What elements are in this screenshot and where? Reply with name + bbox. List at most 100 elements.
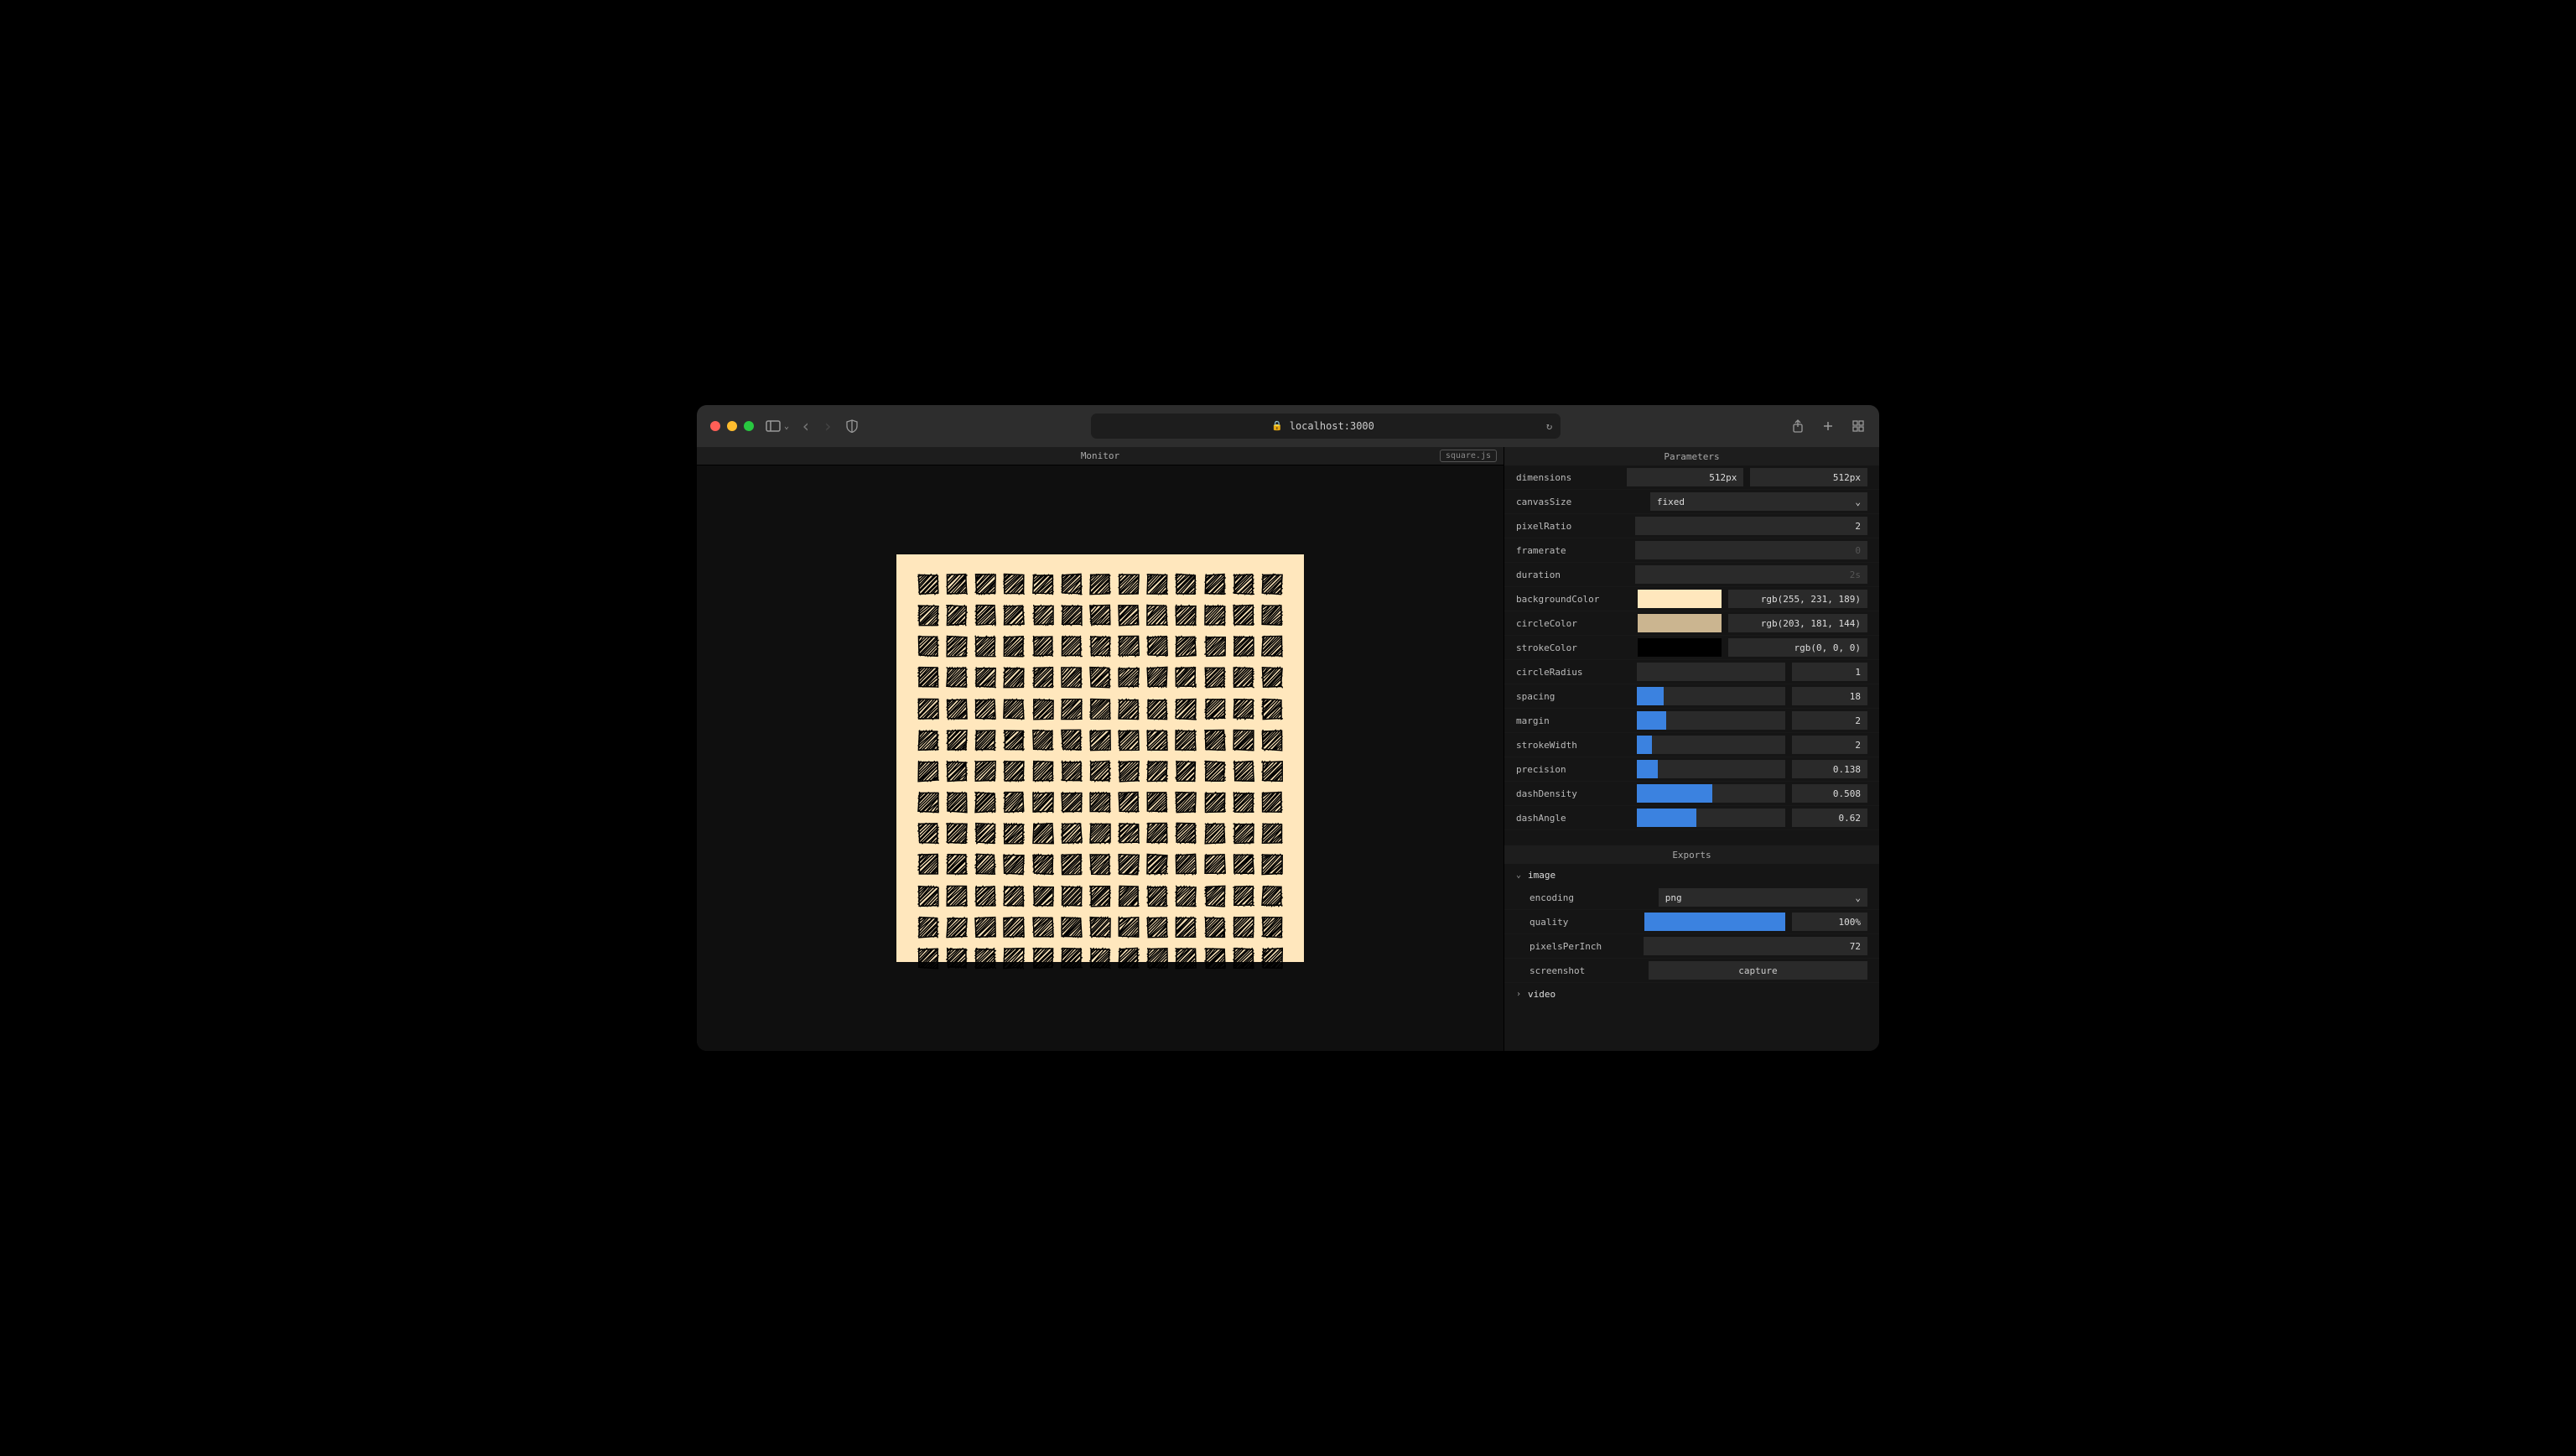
share-icon[interactable]	[1790, 419, 1805, 434]
framerate-input[interactable]: 0	[1635, 541, 1867, 559]
sketch-tile	[1232, 664, 1255, 690]
backgroundcolor-swatch[interactable]	[1638, 590, 1722, 608]
sketch-tile	[1232, 571, 1255, 597]
dashangle-slider[interactable]	[1637, 809, 1785, 827]
app-content: Monitor square.js Parameters dimensions …	[697, 447, 1879, 1051]
param-precision: precision 0.138	[1504, 757, 1879, 782]
sketch-tile	[1232, 914, 1255, 940]
sketch-tile	[1117, 820, 1140, 846]
sketch-tile	[1203, 758, 1227, 784]
sketch-tile	[1260, 633, 1284, 659]
param-strokecolor: strokeColor rgb(0, 0, 0)	[1504, 636, 1879, 660]
sketch-tile	[1232, 820, 1255, 846]
circlecolor-swatch[interactable]	[1638, 614, 1722, 632]
duration-input[interactable]: 2s	[1635, 565, 1867, 584]
sketch-tile	[1174, 914, 1197, 940]
sketch-tile	[1031, 727, 1055, 753]
close-dot[interactable]	[710, 421, 720, 431]
margin-value[interactable]: 2	[1792, 711, 1867, 730]
spacing-slider[interactable]	[1637, 687, 1785, 705]
reload-icon[interactable]: ↻	[1546, 420, 1552, 432]
pixelratio-input[interactable]: 2	[1635, 517, 1867, 535]
new-tab-icon[interactable]	[1820, 419, 1836, 434]
minimize-dot[interactable]	[727, 421, 737, 431]
monitor-panel: Monitor square.js	[697, 447, 1504, 1051]
sketch-tile	[1203, 883, 1227, 909]
capture-button[interactable]: capture	[1649, 961, 1867, 980]
sketch-tile	[945, 945, 969, 971]
sketch-tile	[1088, 727, 1112, 753]
sketch-tile	[1060, 945, 1083, 971]
sketch-tile	[1117, 789, 1140, 815]
sketch-tile	[1260, 914, 1284, 940]
shield-icon[interactable]	[844, 419, 860, 434]
sketch-tile	[1232, 851, 1255, 877]
sketch-tile	[974, 820, 997, 846]
sketch-tile	[1117, 851, 1140, 877]
circlecolor-value[interactable]: rgb(203, 181, 144)	[1728, 614, 1867, 632]
sketch-tile	[1203, 571, 1227, 597]
spacing-value[interactable]: 18	[1792, 687, 1867, 705]
sketch-tile	[1088, 883, 1112, 909]
image-group-toggle[interactable]: ⌄ image	[1504, 864, 1879, 886]
file-tag[interactable]: square.js	[1440, 450, 1497, 462]
circleradius-slider[interactable]	[1637, 663, 1785, 681]
canvassize-select[interactable]: fixed ⌄	[1650, 492, 1867, 511]
maximize-dot[interactable]	[744, 421, 754, 431]
sketch-tile	[1260, 571, 1284, 597]
dimensions-w-input[interactable]: 512px	[1627, 468, 1744, 486]
pixelsperinch-input[interactable]: 72	[1644, 937, 1867, 955]
encoding-select[interactable]: png ⌄	[1659, 888, 1867, 907]
sketch-tile	[1260, 664, 1284, 690]
chevron-down-icon: ⌄	[1516, 871, 1521, 880]
sketch-tile	[917, 727, 940, 753]
parameters-panel: Parameters dimensions 512px 512px canvas…	[1504, 447, 1879, 1051]
sketch-tile	[1088, 696, 1112, 722]
margin-slider[interactable]	[1637, 711, 1785, 730]
dashdensity-slider[interactable]	[1637, 784, 1785, 803]
video-group-toggle[interactable]: › video	[1504, 983, 1879, 1005]
canvas-area	[697, 465, 1504, 1051]
strokewidth-value[interactable]: 2	[1792, 736, 1867, 754]
backgroundcolor-value[interactable]: rgb(255, 231, 189)	[1728, 590, 1867, 608]
sketch-tile	[917, 914, 940, 940]
dashdensity-value[interactable]: 0.508	[1792, 784, 1867, 803]
chevron-down-icon: ⌄	[1855, 892, 1861, 903]
sketch-tile	[1002, 851, 1026, 877]
sketch-tile	[974, 914, 997, 940]
dashangle-value[interactable]: 0.62	[1792, 809, 1867, 827]
tabs-grid-icon[interactable]	[1851, 419, 1866, 434]
sketch-tile	[1060, 820, 1083, 846]
back-button[interactable]: ‹	[801, 416, 811, 436]
sketch-tile	[917, 883, 940, 909]
sketch-tile	[1088, 633, 1112, 659]
sketch-tile	[1145, 945, 1169, 971]
sidebar-toggle[interactable]: ⌄	[766, 419, 789, 434]
quality-value[interactable]: 100%	[1792, 913, 1867, 931]
sketch-tile	[917, 633, 940, 659]
sketch-tile	[1031, 883, 1055, 909]
sketch-tile	[1088, 945, 1112, 971]
sketch-tile	[945, 851, 969, 877]
strokewidth-slider[interactable]	[1637, 736, 1785, 754]
dimensions-h-input[interactable]: 512px	[1750, 468, 1867, 486]
url-bar[interactable]: 🔒 localhost:3000 ↻	[1091, 413, 1561, 439]
circleradius-value[interactable]: 1	[1792, 663, 1867, 681]
sketch-tile	[1145, 571, 1169, 597]
sketch-tile	[1174, 664, 1197, 690]
sketch-tile	[1088, 914, 1112, 940]
sketch-tile	[1203, 945, 1227, 971]
titlebar: ⌄ ‹ › 🔒 localhost:3000 ↻	[697, 405, 1879, 447]
chevron-down-icon: ⌄	[784, 422, 789, 431]
param-circlecolor: circleColor rgb(203, 181, 144)	[1504, 611, 1879, 636]
strokecolor-value[interactable]: rgb(0, 0, 0)	[1728, 638, 1867, 657]
sketch-tile	[1203, 727, 1227, 753]
sketch-tile	[1117, 602, 1140, 628]
param-circleradius: circleRadius 1	[1504, 660, 1879, 684]
toolbar-right	[1790, 419, 1866, 434]
precision-slider[interactable]	[1637, 760, 1785, 778]
precision-value[interactable]: 0.138	[1792, 760, 1867, 778]
sketch-tile	[1060, 758, 1083, 784]
strokecolor-swatch[interactable]	[1638, 638, 1722, 657]
quality-slider[interactable]	[1644, 913, 1785, 931]
